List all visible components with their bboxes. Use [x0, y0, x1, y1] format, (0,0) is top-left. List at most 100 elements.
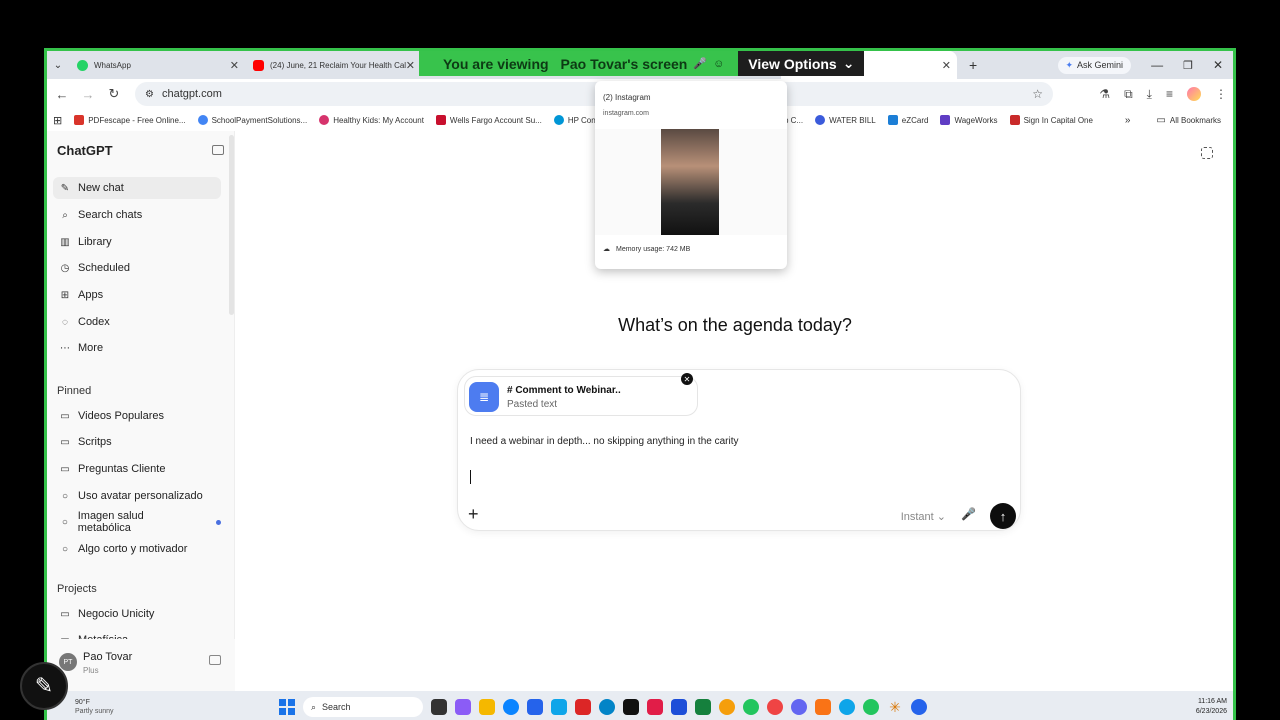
heart-icon [319, 115, 330, 125]
telegram-icon[interactable] [839, 699, 855, 715]
user-account[interactable]: PT Pao Tovar Plus [47, 639, 235, 691]
presenter-name: Pao Tovar's screen [560, 55, 688, 72]
collapse-sidebar-icon[interactable] [212, 145, 224, 155]
claude-icon[interactable]: ✳ [887, 699, 903, 715]
close-icon[interactable]: ✕ [406, 59, 415, 72]
remove-attachment-icon[interactable]: ✕ [681, 373, 693, 385]
tiktok-icon[interactable] [623, 699, 639, 715]
sidebar-item-apps[interactable]: ⊞ Apps [53, 284, 221, 306]
store-icon[interactable] [527, 699, 543, 715]
close-icon[interactable]: ✕ [230, 59, 239, 72]
pinned-item[interactable]: ▭ Scritps [53, 431, 221, 453]
pinned-item[interactable]: ○ Algo corto y motivador [53, 538, 221, 560]
start-icon[interactable] [279, 699, 295, 715]
bookmark-ezcard[interactable]: eZCard [882, 115, 935, 125]
microphone-icon[interactable]: 🎤 [961, 507, 976, 521]
codex-icon: ◌ [62, 316, 68, 328]
minimize-button[interactable]: — [1151, 58, 1163, 72]
help-icon[interactable] [551, 699, 567, 715]
reload-button[interactable]: ↻ [101, 86, 127, 102]
add-attachment-button[interactable]: + [468, 504, 479, 525]
zoom-icon[interactable] [911, 699, 927, 715]
copilot-icon[interactable] [455, 699, 471, 715]
new-tab-button[interactable]: + [969, 57, 977, 73]
site-info-icon[interactable]: ⚙ [145, 89, 154, 100]
download-icon[interactable]: ⤓ [1147, 87, 1152, 102]
excel-icon[interactable] [695, 699, 711, 715]
forward-button[interactable]: → [75, 87, 101, 102]
close-window-button[interactable]: ✕ [1213, 58, 1223, 72]
chat-icon: ○ [61, 543, 69, 555]
sidebar-item-search-chats[interactable]: ⌕ Search chats [53, 204, 221, 226]
file-explorer-icon[interactable] [479, 699, 495, 715]
pinned-item[interactable]: ▭ Videos Populares [53, 405, 221, 427]
pinned-item[interactable]: ○ Uso avatar personalizado [53, 485, 221, 507]
chrome-profile-icon[interactable] [767, 699, 783, 715]
sidebar-item-more[interactable]: ⋯ More [53, 337, 221, 359]
pinned-item-label: Imagen salud metabólica [77, 510, 144, 534]
extensions-puzzle-icon[interactable]: ⧉ [1124, 87, 1133, 102]
more-bookmarks-icon[interactable]: » [1125, 115, 1131, 126]
bookmark-healthy-kids[interactable]: Healthy Kids: My Account [313, 115, 430, 125]
folder-icon: ▭ [1156, 114, 1166, 126]
upgrade-icon[interactable] [209, 655, 221, 665]
mcafee-icon[interactable] [575, 699, 591, 715]
maps-icon[interactable] [599, 699, 615, 715]
sidebar-item-library[interactable]: ▥ Library [53, 231, 221, 253]
pdf-icon [74, 115, 85, 125]
task-view-icon[interactable] [431, 699, 447, 715]
bookmark-wells-fargo[interactable]: Wells Fargo Account Su... [430, 115, 548, 125]
word-icon[interactable] [671, 699, 687, 715]
project-item[interactable]: ▭ Negocio Unicity [53, 603, 221, 625]
unread-dot [216, 519, 221, 525]
bookmark-wageworks[interactable]: WageWorks [934, 115, 1003, 125]
whatsapp-icon[interactable] [863, 699, 879, 715]
close-icon[interactable]: ✕ [942, 59, 951, 72]
chrome-icon[interactable] [719, 699, 735, 715]
tab-youtube[interactable]: (24) June, 21 Reclaim Your Health Cal ✕ [245, 51, 421, 79]
taskbar-apps: ⌕ Search ✳ [279, 696, 927, 718]
page-title: What’s on the agenda today? [618, 315, 852, 335]
ask-gemini-button[interactable]: ✦ Ask Gemini [1057, 56, 1132, 74]
app-icon[interactable] [815, 699, 831, 715]
back-button[interactable]: ← [49, 87, 75, 102]
profile-avatar[interactable] [1187, 87, 1201, 101]
all-bookmarks[interactable]: ▭ All Bookmarks [1150, 115, 1227, 126]
pinned-item[interactable]: ▭ Preguntas Cliente [53, 458, 221, 480]
bookmark-water-bill[interactable]: WATER BILL [809, 115, 882, 125]
menu-icon[interactable]: ⋮ [1215, 87, 1227, 101]
apps-grid-icon[interactable]: ⊞ [47, 114, 68, 127]
system-clock[interactable]: 11:16 AM 6/23/2026 [1196, 697, 1227, 717]
bookmark-schoolpayment[interactable]: SchoolPaymentSolutions... [192, 115, 314, 125]
prompt-input[interactable]: I need a webinar in depth... no skipping… [470, 436, 739, 447]
tab-search-dropdown-icon[interactable]: ⌄ [47, 60, 69, 71]
weather-widget[interactable]: 90°F Partly sunny [75, 698, 114, 716]
bookmark-pdfescape[interactable]: PDFescape - Free Online... [68, 115, 191, 125]
pinned-item[interactable]: ○ Imagen salud metabólica [53, 510, 221, 534]
model-mode-selector[interactable]: Instant ⌄ [901, 510, 946, 523]
sidebar-item-label: Codex [78, 316, 110, 328]
sidebar-item-scheduled[interactable]: ◷ Scheduled [53, 257, 221, 279]
sidebar-scrollbar[interactable] [229, 135, 234, 315]
music-icon[interactable] [647, 699, 663, 715]
bookmark-star-icon[interactable]: ☆ [1032, 87, 1043, 101]
temporary-chat-icon[interactable] [1201, 147, 1213, 159]
view-options-button[interactable]: View Options ⌄ [738, 51, 865, 76]
media-controls-icon[interactable]: ≡ [1166, 87, 1173, 101]
attachment-chip[interactable]: ≣ # Comment to Webinar.. Pasted text ✕ [464, 373, 698, 416]
extension-icon[interactable]: ⚗ [1099, 87, 1110, 101]
folder-icon: ▭ [60, 410, 70, 422]
restore-button[interactable]: ❐ [1183, 59, 1193, 72]
taskbar-search[interactable]: ⌕ Search [303, 697, 423, 717]
library-icon: ▥ [60, 236, 70, 248]
annotate-pen-button[interactable]: ✎ [20, 662, 68, 710]
sidebar-item-codex[interactable]: ◌ Codex [53, 311, 221, 333]
chrome-profile-icon[interactable] [791, 699, 807, 715]
bookmark-capital-one[interactable]: Sign In Capital One [1004, 115, 1099, 125]
tab-whatsapp[interactable]: WhatsApp ✕ [69, 51, 245, 79]
chrome-profile-icon[interactable] [743, 699, 759, 715]
edge-icon[interactable] [503, 699, 519, 715]
send-button[interactable]: ↑ [990, 503, 1016, 529]
address-bar[interactable]: ⚙ chatgpt.com ☆ [135, 82, 1053, 106]
sidebar-item-new-chat[interactable]: ✎ New chat [53, 177, 221, 199]
